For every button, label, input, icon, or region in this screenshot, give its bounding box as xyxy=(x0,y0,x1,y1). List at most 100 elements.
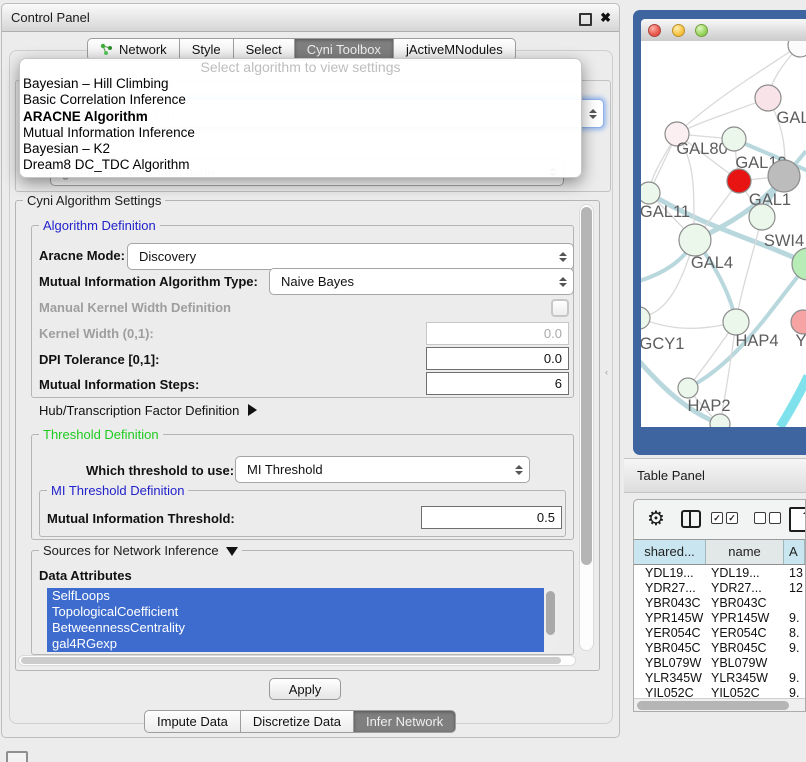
table-row[interactable]: YBR043CYBR043C xyxy=(634,595,805,610)
kernel-width-field[interactable] xyxy=(426,322,569,345)
tab-infer-network[interactable]: Infer Network xyxy=(354,710,456,733)
table-cell[interactable]: YIL052C xyxy=(634,686,706,698)
mi-threshold-field[interactable] xyxy=(421,506,562,529)
table-cell[interactable]: 9. xyxy=(784,641,805,655)
table-body[interactable]: YDL19...YDL19...13YDR27...YDR27...12YBR0… xyxy=(634,565,805,698)
scrollbar-thumb[interactable] xyxy=(581,207,592,565)
checked-checkbox-icon[interactable]: ✓ xyxy=(726,512,738,524)
unchecked-checkbox-icon[interactable] xyxy=(769,512,781,524)
sources-group-title[interactable]: Sources for Network Inference xyxy=(39,543,242,558)
aracne-mode-select[interactable]: Discovery xyxy=(127,243,574,270)
network-node-GAL11[interactable] xyxy=(641,182,660,204)
table-row[interactable]: YDL19...YDL19...13 xyxy=(634,565,805,580)
table-cell[interactable]: YDR27... xyxy=(706,581,784,595)
table-cell[interactable]: YER054C xyxy=(706,626,784,640)
attribute-list-item[interactable]: SelfLoops xyxy=(47,588,544,604)
table-horizontal-scrollbar[interactable] xyxy=(634,698,805,712)
network-node-SWI4[interactable] xyxy=(792,248,806,280)
apply-button[interactable]: Apply xyxy=(269,678,341,700)
close-icon[interactable]: ✖ xyxy=(600,4,611,31)
tab-discretize-data[interactable]: Discretize Data xyxy=(241,710,354,733)
close-traffic-light-icon[interactable] xyxy=(648,24,661,37)
mi-steps-field[interactable] xyxy=(426,372,569,395)
table-cell[interactable]: 13 xyxy=(784,566,805,580)
attribute-list-item[interactable]: BetweennessCentrality xyxy=(47,620,544,636)
column-view-icon[interactable] xyxy=(681,510,701,528)
algorithm-option[interactable]: Bayesian – K2 xyxy=(20,141,581,157)
splitter-handle-icon[interactable]: ‹ xyxy=(605,368,610,377)
network-node-GCY1[interactable] xyxy=(641,307,650,329)
manual-kernel-checkbox[interactable] xyxy=(551,299,569,317)
scrollbar-thumb[interactable] xyxy=(637,701,789,710)
document-icon[interactable] xyxy=(789,507,806,532)
dpi-tolerance-field[interactable] xyxy=(426,347,569,370)
table-cell[interactable]: YBL079W xyxy=(634,656,706,670)
network-node-GAL1[interactable] xyxy=(727,169,751,193)
table-cell[interactable]: 9. xyxy=(784,671,805,685)
table-cell[interactable]: YDL19... xyxy=(706,566,784,580)
algorithm-option[interactable]: Basic Correlation Inference xyxy=(20,92,581,108)
algorithm-option[interactable]: Bayesian – Hill Climbing xyxy=(20,76,581,92)
collapsed-panel-button[interactable] xyxy=(6,751,28,762)
which-threshold-select[interactable]: MI Threshold xyxy=(235,456,530,483)
hub-definition-expander[interactable]: Hub/Transcription Factor Definition xyxy=(39,403,257,418)
table-cell[interactable]: YPR145W xyxy=(634,611,706,625)
network-node-node-top[interactable] xyxy=(788,41,806,57)
scrollbar-thumb[interactable] xyxy=(546,591,555,635)
column-header-shared-name[interactable]: shared... xyxy=(634,540,706,564)
table-cell[interactable]: YBR045C xyxy=(634,641,706,655)
table-cell[interactable]: YDL19... xyxy=(634,566,706,580)
zoom-traffic-light-icon[interactable] xyxy=(695,24,708,37)
settings-vertical-scrollbar[interactable] xyxy=(579,204,594,651)
attribute-list-item[interactable]: TopologicalCoefficient xyxy=(47,604,544,620)
table-cell[interactable]: YLR345W xyxy=(706,671,784,685)
attribute-list-item[interactable]: gal4RGexp xyxy=(47,636,544,652)
minimize-traffic-light-icon[interactable] xyxy=(672,24,685,37)
table-cell[interactable]: YBR043C xyxy=(706,596,784,610)
table-cell[interactable]: YBL079W xyxy=(706,656,784,670)
network-node-node-gray[interactable] xyxy=(768,160,800,192)
network-node-GAL4[interactable] xyxy=(679,224,711,256)
table-cell[interactable]: YBR045C xyxy=(706,641,784,655)
table-cell[interactable]: YER054C xyxy=(634,626,706,640)
algorithm-option[interactable]: ARACNE Algorithm xyxy=(20,109,581,125)
table-row[interactable]: YPR145WYPR145W9. xyxy=(634,610,805,625)
checked-checkbox-icon[interactable]: ✓ xyxy=(711,512,723,524)
network-canvas[interactable]: GALGAL80GAL10GAL1GAL11GAL4SWI4GCY1HAP4YH… xyxy=(641,41,806,427)
float-window-icon[interactable] xyxy=(579,13,592,26)
table-cell[interactable]: YIL052C xyxy=(706,686,784,698)
network-node-node-green-1[interactable] xyxy=(749,204,775,230)
network-node-node-salmon[interactable] xyxy=(791,310,806,334)
data-attributes-list[interactable]: SelfLoopsTopologicalCoefficientBetweenne… xyxy=(47,588,558,652)
table-cell[interactable]: YBR043C xyxy=(634,596,706,610)
table-row[interactable]: YIL052CYIL052C9. xyxy=(634,686,805,698)
table-cell[interactable]: 12 xyxy=(784,581,805,595)
table-cell[interactable]: YLR345W xyxy=(634,671,706,685)
table-cell[interactable]: YDR27... xyxy=(634,581,706,595)
tab-impute-data[interactable]: Impute Data xyxy=(144,710,241,733)
unchecked-checkbox-icon[interactable] xyxy=(754,512,766,524)
settings-horizontal-scrollbar[interactable] xyxy=(18,655,576,666)
network-node-node-bottom[interactable] xyxy=(710,414,730,427)
table-row[interactable]: YER054CYER054C8. xyxy=(634,625,805,640)
table-row[interactable]: YBR045CYBR045C9. xyxy=(634,640,805,655)
network-node-GAL[interactable] xyxy=(755,85,781,111)
attributes-scrollbar[interactable] xyxy=(544,588,558,652)
table-row[interactable]: YDR27...YDR27...12 xyxy=(634,580,805,595)
gear-icon[interactable]: ⚙ xyxy=(647,506,665,531)
table-row[interactable]: YBL079WYBL079W xyxy=(634,656,805,671)
table-cell[interactable]: 9. xyxy=(784,611,805,625)
column-header-name[interactable]: name xyxy=(706,540,784,564)
algorithm-option[interactable]: Dream8 DC_TDC Algorithm xyxy=(20,157,581,173)
mi-algorithm-type-select[interactable]: Naive Bayes xyxy=(269,268,574,295)
table-cell[interactable]: YPR145W xyxy=(706,611,784,625)
table-row[interactable]: YLR345WYLR345W9. xyxy=(634,671,805,686)
network-node-GAL10[interactable] xyxy=(722,127,746,151)
network-window-titlebar[interactable] xyxy=(641,19,806,42)
scrollbar-thumb[interactable] xyxy=(21,657,561,664)
column-header-partial[interactable]: A xyxy=(784,540,805,564)
table-cell[interactable]: 8. xyxy=(784,626,805,640)
network-node-HAP2[interactable] xyxy=(678,378,698,398)
table-cell[interactable]: 9. xyxy=(784,686,805,698)
algorithm-option[interactable]: Mutual Information Inference xyxy=(20,125,581,141)
